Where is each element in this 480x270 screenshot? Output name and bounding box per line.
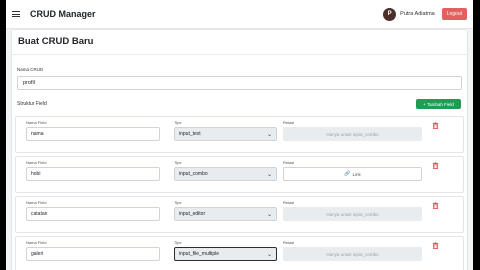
app-screen: CRUD Manager P Putra Adiatma Logout Buat… <box>6 0 473 270</box>
field-name-input[interactable]: hobi <box>26 167 160 181</box>
field-type-select[interactable]: input_editor ⌄ <box>174 207 277 221</box>
field-type-label: Tipe <box>174 120 182 125</box>
field-name-label: Nama Field <box>26 160 47 165</box>
relasi-link-button[interactable]: 🔗 Link <box>283 167 422 181</box>
trash-icon[interactable] <box>432 122 439 129</box>
field-type-value: input_text <box>179 131 201 137</box>
field-name-input[interactable]: catatan <box>26 207 160 221</box>
struktur-field-label: Struktur Field <box>17 101 47 107</box>
field-name-input[interactable]: galeri <box>26 247 160 261</box>
field-type-select[interactable]: input_text ⌄ <box>174 127 277 141</box>
relasi-link-label: Link <box>352 171 361 177</box>
field-relasi-placeholder: Hanya untuk input_combo <box>283 247 422 261</box>
field-type-label: Tipe <box>174 160 182 165</box>
brand-title: CRUD Manager <box>30 9 96 19</box>
field-row: Nama Field nama Tipe input_text ⌄ Relasi … <box>15 116 464 153</box>
field-type-label: Tipe <box>174 200 182 205</box>
field-relasi-label: Relasi <box>283 120 295 125</box>
field-type-select[interactable]: input_file_multiple ⌄ <box>174 247 277 261</box>
field-relasi-placeholder: Hanya untuk input_combo <box>283 127 422 141</box>
hamburger-icon[interactable] <box>12 11 20 17</box>
field-row: Nama Field hobi Tipe input_combo ⌄ Relasi… <box>15 156 464 193</box>
field-relasi-label: Relasi <box>283 240 295 245</box>
field-relasi-label: Relasi <box>283 160 295 165</box>
field-relasi-placeholder: Hanya untuk input_combo <box>283 207 422 221</box>
nama-crud-input[interactable]: profil <box>17 76 462 90</box>
field-relasi-label: Relasi <box>283 200 295 205</box>
chevron-down-icon: ⌄ <box>266 212 272 218</box>
field-type-value: input_file_multiple <box>179 251 220 257</box>
field-name-label: Nama Field <box>26 200 47 205</box>
field-name-label: Nama Field <box>26 240 47 245</box>
avatar[interactable]: P <box>383 7 397 21</box>
field-row: Nama Field galeri Tipe input_file_multip… <box>15 236 464 270</box>
username[interactable]: Putra Adiatma <box>400 11 435 17</box>
field-type-value: input_combo <box>179 171 208 177</box>
chevron-down-icon: ⌄ <box>266 172 272 178</box>
trash-icon[interactable] <box>432 202 439 209</box>
navbar: CRUD Manager P Putra Adiatma Logout <box>6 0 473 29</box>
page-title: Buat CRUD Baru <box>18 36 94 47</box>
trash-icon[interactable] <box>432 162 439 169</box>
field-type-value: input_editor <box>179 211 206 217</box>
field-type-label: Tipe <box>174 240 182 245</box>
form-card: Buat CRUD Baru Nama CRUD profil Struktur… <box>11 29 468 270</box>
field-name-input[interactable]: nama <box>26 127 160 141</box>
user-menu: P Putra Adiatma Logout <box>383 7 467 21</box>
chevron-down-icon: ⌄ <box>266 132 272 138</box>
link-icon: 🔗 <box>344 171 351 177</box>
chevron-down-icon: ⌄ <box>266 252 272 258</box>
divider <box>12 54 467 55</box>
field-row: Nama Field catatan Tipe input_editor ⌄ Re… <box>15 196 464 233</box>
logout-button[interactable]: Logout <box>441 8 467 20</box>
add-field-button[interactable]: + Tambah Field <box>416 99 461 109</box>
field-name-label: Nama Field <box>26 120 47 125</box>
trash-icon[interactable] <box>432 242 439 249</box>
nama-crud-label: Nama CRUD <box>17 67 44 72</box>
field-type-select[interactable]: input_combo ⌄ <box>174 167 277 181</box>
